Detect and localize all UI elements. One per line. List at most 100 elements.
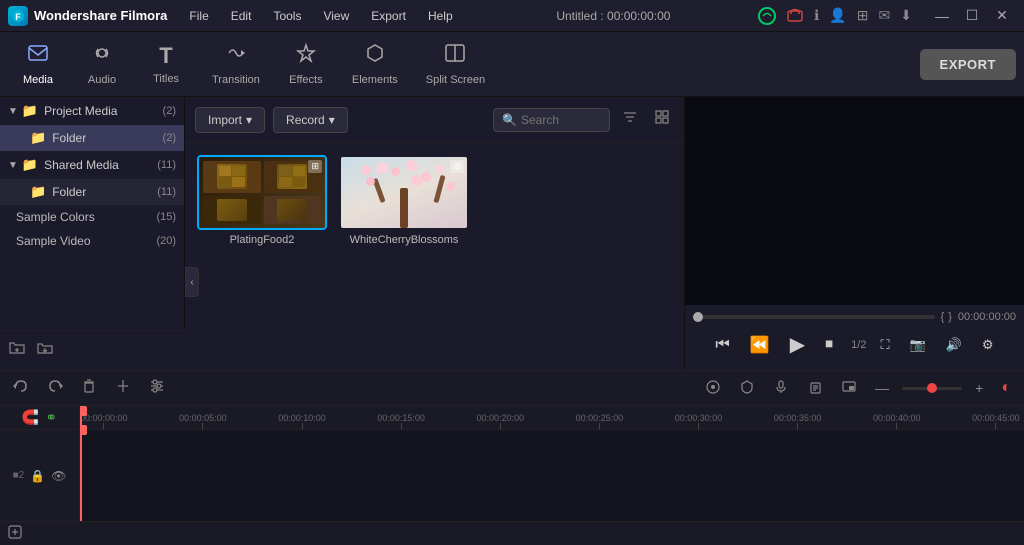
- tab-splitscreen[interactable]: Split Screen: [414, 36, 497, 92]
- user-icon[interactable]: 👤: [829, 7, 846, 24]
- close-button[interactable]: ✕: [988, 5, 1016, 27]
- tab-effects[interactable]: Effects: [276, 36, 336, 92]
- progress-bar-track[interactable]: [693, 315, 935, 319]
- sample-colors-count: (15): [156, 211, 176, 223]
- tab-splitscreen-label: Split Screen: [426, 74, 485, 86]
- grid-view-icon[interactable]: [650, 105, 674, 134]
- grid-icon[interactable]: ⊞: [857, 7, 869, 24]
- sample-video-item[interactable]: Sample Video (20): [0, 229, 184, 253]
- overflow-icon[interactable]: ◐: [996, 376, 1016, 400]
- menu-edit[interactable]: Edit: [221, 5, 262, 27]
- toolbar: Media Audio T Titles Transition: [0, 32, 1024, 97]
- record-button[interactable]: Record ▾: [273, 107, 348, 133]
- info-icon[interactable]: ℹ: [814, 7, 819, 24]
- menu-export[interactable]: Export: [361, 5, 416, 27]
- shared-media-header[interactable]: ▼ 📁 Shared Media (11): [0, 151, 184, 179]
- project-media-folder-count: (2): [163, 132, 176, 144]
- cherry-thumb-icon: ⊞: [450, 160, 464, 173]
- app-name: Wondershare Filmora: [34, 8, 167, 23]
- menu-view[interactable]: View: [313, 5, 359, 27]
- import-folder-icon[interactable]: [36, 339, 54, 362]
- shared-media-folder-count: (11): [157, 186, 176, 198]
- undo-button[interactable]: [8, 375, 34, 401]
- sample-colors-item[interactable]: Sample Colors (15): [0, 205, 184, 229]
- render-icon[interactable]: [700, 376, 726, 401]
- tab-titles[interactable]: T Titles: [136, 37, 196, 91]
- stop-button[interactable]: ⏹: [819, 333, 839, 357]
- sample-video-label: Sample Video: [16, 234, 156, 248]
- menu-help[interactable]: Help: [418, 5, 463, 27]
- search-box[interactable]: 🔍: [493, 108, 610, 132]
- video-track-label: ■2: [13, 470, 25, 481]
- media-item-food[interactable]: ⊞ PlatingFood2: [197, 155, 327, 246]
- shared-media-folder-label: Folder: [52, 185, 157, 199]
- shared-media-folder[interactable]: 📁 Folder (11): [0, 179, 184, 205]
- panel-collapse-arrow[interactable]: ‹: [185, 267, 199, 297]
- step-back-button[interactable]: ⏪: [744, 332, 776, 358]
- filter-icon[interactable]: [618, 105, 642, 134]
- shared-media-label: Shared Media: [44, 158, 157, 172]
- snap-icon[interactable]: 🧲: [22, 409, 39, 426]
- import-button[interactable]: Import ▾: [195, 107, 265, 133]
- cut-button[interactable]: [110, 375, 136, 401]
- delete-button[interactable]: [76, 375, 102, 401]
- tab-media-label: Media: [23, 74, 53, 86]
- tab-media[interactable]: Media: [8, 36, 68, 92]
- window-title: Untitled : 00:00:00:00: [469, 9, 758, 23]
- zoom-slider[interactable]: [902, 387, 962, 390]
- media-item-cherry[interactable]: ⊞ WhiteCherryBlossoms: [339, 155, 469, 246]
- add-track-icon[interactable]: [8, 525, 22, 542]
- tab-transition[interactable]: Transition: [200, 36, 272, 92]
- minimize-button[interactable]: —: [928, 5, 956, 27]
- playback-buttons: ⏮ ⏪ ▶ ⏹ 1/2 ⛶ 📷 🔊 ⚙: [693, 329, 1016, 360]
- shared-media-folder-icon: 📁: [22, 157, 38, 173]
- zoom-in-icon[interactable]: +: [970, 377, 988, 399]
- download-icon[interactable]: ⬇: [900, 7, 912, 24]
- effects-icon: [295, 42, 317, 70]
- menu-tools[interactable]: Tools: [263, 5, 311, 27]
- volume-icon[interactable]: 🔊: [940, 334, 968, 356]
- export-button[interactable]: EXPORT: [920, 49, 1016, 80]
- media-cherry-label: WhiteCherryBlossoms: [350, 234, 459, 246]
- maximize-button[interactable]: ☐: [958, 5, 986, 27]
- bracket-right: }: [948, 311, 952, 323]
- media-icon: [27, 42, 49, 70]
- go-start-button[interactable]: ⏮: [709, 333, 735, 357]
- media-grid: ⊞ PlatingFood2: [185, 143, 684, 258]
- titles-icon: T: [159, 43, 172, 69]
- redo-button[interactable]: [42, 375, 68, 401]
- zoom-out-icon[interactable]: —: [870, 377, 894, 399]
- shield-icon[interactable]: [734, 376, 760, 401]
- adjust-button[interactable]: [144, 375, 170, 401]
- pip-icon[interactable]: [836, 376, 862, 401]
- preview-controls: { } 00:00:00:00 ⏮ ⏪ ▶ ⏹ 1/2 ⛶ 📷 🔊 ⚙: [685, 305, 1024, 370]
- tab-elements[interactable]: Elements: [340, 36, 410, 92]
- link-icon[interactable]: ⚭: [45, 409, 57, 426]
- project-media-folder[interactable]: 📁 Folder (2): [0, 125, 184, 151]
- track-visibility-icon[interactable]: 👁: [51, 469, 66, 483]
- menu-file[interactable]: File: [179, 5, 218, 27]
- screenshot-icon[interactable]: 📷: [904, 334, 932, 356]
- add-folder-icon[interactable]: [8, 339, 26, 362]
- clipboard-icon[interactable]: [802, 376, 828, 401]
- fullscreen-icon[interactable]: ⛶: [874, 334, 895, 356]
- mail-icon[interactable]: ✉: [879, 7, 891, 24]
- tab-audio-label: Audio: [88, 74, 116, 86]
- search-input[interactable]: [521, 113, 601, 127]
- play-button[interactable]: ▶: [784, 329, 811, 360]
- tab-titles-label: Titles: [153, 73, 179, 85]
- audio-icon: [91, 42, 113, 70]
- cart-icon[interactable]: [786, 7, 804, 25]
- project-media-header[interactable]: ▼ 📁 Project Media (2): [0, 97, 184, 125]
- tab-transition-label: Transition: [212, 74, 260, 86]
- project-media-arrow: ▼: [8, 106, 18, 117]
- tab-audio[interactable]: Audio: [72, 36, 132, 92]
- progress-bar-thumb[interactable]: [693, 312, 703, 322]
- quality-selector[interactable]: 1/2: [851, 339, 866, 351]
- mic-icon[interactable]: [768, 376, 794, 401]
- settings-icon[interactable]: ⚙: [976, 334, 1000, 356]
- import-arrow-icon: ▾: [246, 113, 252, 127]
- food-thumb-icon: ⊞: [308, 160, 322, 173]
- track-lock-icon[interactable]: 🔒: [30, 469, 45, 483]
- bracket-left: {: [941, 311, 945, 323]
